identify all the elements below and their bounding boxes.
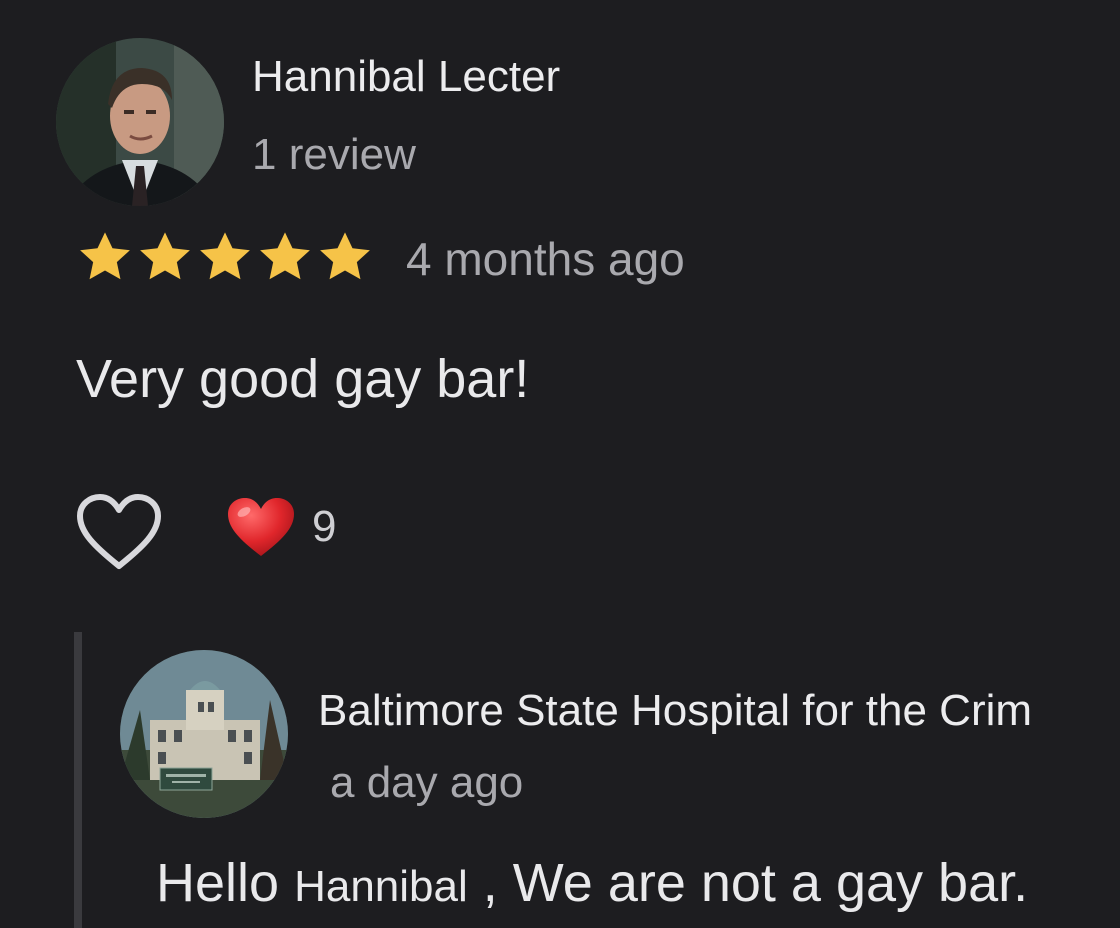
author-avatar[interactable] bbox=[56, 38, 224, 206]
reply-body: , We are not a gay bar. bbox=[482, 853, 1029, 913]
review-card: Hannibal Lecter 1 review 4 months ago Ve… bbox=[0, 0, 1120, 928]
review-timestamp: 4 months ago bbox=[406, 233, 685, 285]
red-heart-emoji-icon bbox=[228, 498, 294, 556]
author-name[interactable]: Hannibal Lecter bbox=[252, 52, 560, 102]
reply-text: Hello Hannibal , We are not a gay bar. bbox=[156, 852, 1028, 914]
reaction-count: 9 bbox=[312, 502, 337, 551]
reply-mention: Hannibal bbox=[294, 862, 468, 911]
like-button[interactable] bbox=[74, 492, 164, 572]
owner-name[interactable]: Baltimore State Hospital for the Crim bbox=[318, 686, 1120, 736]
review-text: Very good gay bar! bbox=[76, 349, 530, 409]
reaction-summary[interactable]: 9 bbox=[226, 496, 336, 558]
reply-greeting: Hello bbox=[156, 853, 280, 913]
owner-avatar[interactable] bbox=[120, 650, 288, 818]
star-icon bbox=[200, 232, 250, 280]
heart-outline-icon bbox=[77, 494, 161, 569]
building-image bbox=[120, 650, 288, 818]
star-icon bbox=[320, 232, 370, 280]
star-icon bbox=[80, 232, 130, 280]
reply-divider bbox=[74, 632, 82, 928]
star-icon bbox=[260, 232, 310, 280]
author-review-count: 1 review bbox=[252, 130, 416, 179]
reply-timestamp: a day ago bbox=[330, 758, 524, 807]
portrait-image bbox=[56, 38, 224, 206]
star-icon bbox=[140, 232, 190, 280]
star-rating bbox=[76, 228, 374, 286]
